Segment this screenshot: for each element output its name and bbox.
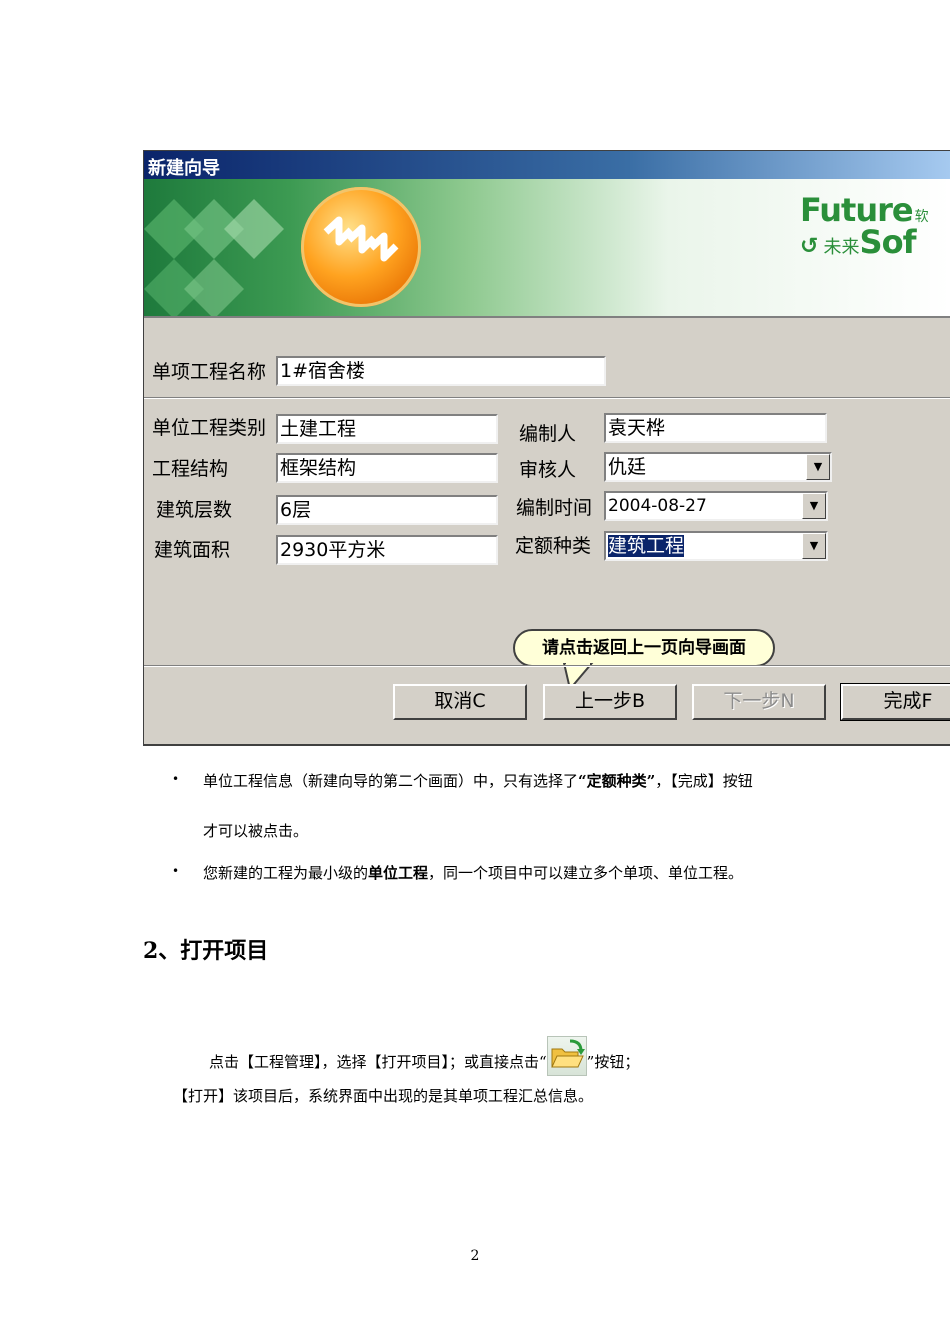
- reviewer-select[interactable]: 仇廷 ▼: [604, 452, 832, 482]
- unit-type-label: 单位工程类别: [152, 417, 267, 439]
- brand-arrow-icon: ↺: [800, 234, 819, 259]
- wizard-banner: Future 软 ↺ 未来Sof: [144, 179, 950, 318]
- item-name-input[interactable]: 1#宿舍楼: [276, 356, 606, 386]
- open-folder-icon: [546, 1036, 587, 1076]
- paragraph-1-part-a: 点击【工程管理】，选择【打开项目】；或直接点击“: [209, 1053, 547, 1071]
- date-dropdown-arrow-icon[interactable]: ▼: [802, 493, 826, 519]
- quota-label: 定额种类: [515, 535, 592, 557]
- area-input[interactable]: 2930平方米: [276, 535, 498, 565]
- dialog-title: 新建向导: [148, 158, 220, 179]
- paragraph-2: 【打开】该项目后，系统界面中出现的是其单项工程汇总信息。: [173, 1087, 594, 1105]
- bullet-2-part-a: 您新建的工程为最小级的: [203, 864, 369, 882]
- bullet-1-part-c: ，【完成】按钮: [655, 772, 753, 790]
- bullet-1-text: 单位工程信息（新建向导的第二个画面）中，只有选择了“定额种类”，【完成】按钮: [203, 770, 753, 791]
- bullet-marker: •: [172, 864, 180, 878]
- quota-dropdown-arrow-icon[interactable]: ▼: [802, 533, 826, 559]
- form-divider: [144, 397, 950, 399]
- item-name-label: 单项工程名称: [152, 361, 267, 383]
- floors-label: 建筑层数: [156, 499, 233, 521]
- reviewer-label: 审核人: [519, 459, 577, 481]
- reviewer-value: 仇廷: [608, 456, 647, 478]
- author-input[interactable]: 袁天桦: [604, 413, 827, 443]
- cancel-button[interactable]: 取消C: [393, 684, 527, 720]
- bullet-2-text: 您新建的工程为最小级的单位工程，同一个项目中可以建立多个单项、单位工程。: [203, 862, 743, 883]
- reviewer-dropdown-arrow-icon[interactable]: ▼: [806, 454, 830, 480]
- bullet-marker: •: [172, 772, 180, 786]
- paragraph-1-part-b: ”按钮；: [586, 1053, 640, 1071]
- new-project-wizard-dialog: 新建向导 Future 软 ↺ 未来Sof 单项工程名称 1#宿舍楼 单位工程类…: [143, 150, 950, 746]
- floors-input[interactable]: 6层: [276, 495, 498, 525]
- date-select[interactable]: 2004-08-27 ▼: [604, 491, 828, 521]
- structure-label: 工程结构: [152, 458, 229, 480]
- date-value: 2004-08-27: [608, 496, 707, 516]
- bullet-1-continuation: 才可以被点击。: [203, 822, 309, 840]
- prev-step-button[interactable]: 上一步B: [543, 684, 677, 720]
- paragraph-1: 点击【工程管理】，选择【打开项目】；或直接点击“ ”按钮；: [209, 1036, 639, 1076]
- bullet-2-emphasis: 单位工程: [368, 864, 429, 882]
- area-label: 建筑面积: [154, 539, 231, 561]
- brand-soft-text: Sof: [859, 223, 917, 261]
- bullet-1-part-a: 单位工程信息（新建向导的第二个画面）中，只有选择了: [203, 772, 579, 790]
- author-label: 编制人: [519, 423, 577, 445]
- quota-select[interactable]: 建筑工程 ▼: [604, 531, 828, 561]
- quota-value: 建筑工程: [608, 535, 685, 557]
- button-bar-divider: [144, 665, 950, 667]
- futuresoft-brand: Future 软 ↺ 未来Sof: [800, 191, 929, 261]
- brand-soft-cn: 未来: [823, 237, 860, 258]
- dialog-titlebar: 新建向导: [144, 151, 950, 179]
- structure-input[interactable]: 框架结构: [276, 453, 498, 483]
- prev-step-tooltip: 请点击返回上一页向导画面: [513, 629, 775, 667]
- next-step-button: 下一步N: [692, 684, 826, 720]
- brand-future-cn: 软: [914, 209, 929, 225]
- page-number: 2: [470, 1248, 480, 1264]
- bullet-1-emphasis: “定额种类”: [578, 772, 656, 790]
- banner-chevron-decoration: [144, 199, 284, 316]
- unit-type-field[interactable]: 土建工程: [276, 414, 498, 444]
- section-title: 2、打开项目: [143, 938, 269, 964]
- bullet-2-part-c: ，同一个项目中可以建立多个单项、单位工程。: [428, 864, 744, 882]
- finish-button[interactable]: 完成F: [840, 683, 950, 721]
- futuresoft-logo-icon: [301, 187, 421, 307]
- date-label: 编制时间: [516, 497, 593, 519]
